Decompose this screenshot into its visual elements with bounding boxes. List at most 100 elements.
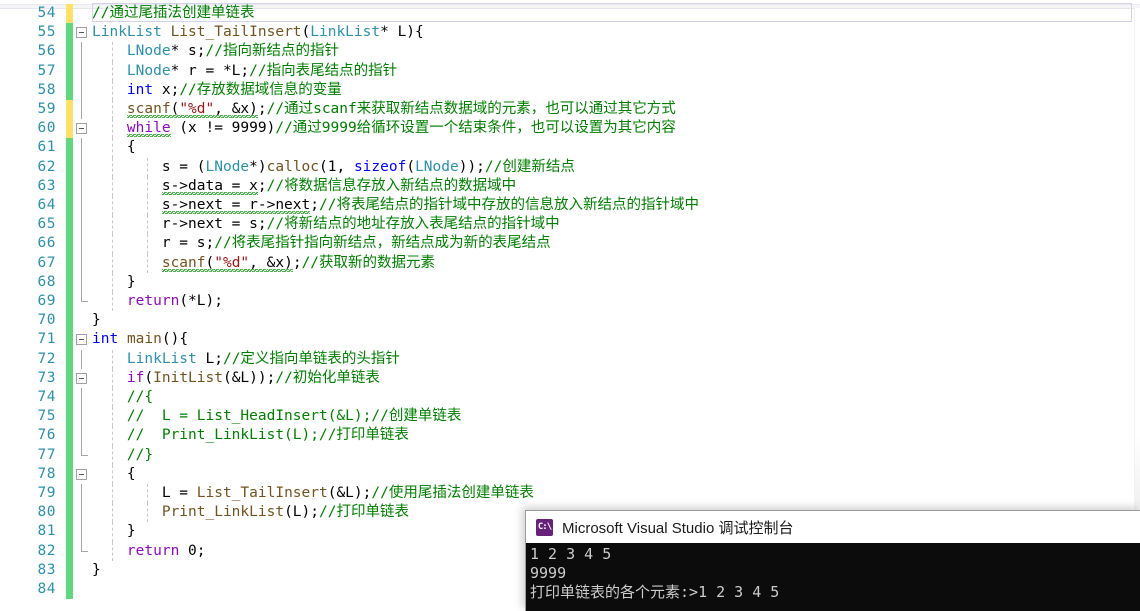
outlining-margin[interactable]	[74, 503, 92, 523]
code-text[interactable]: LinkList L;//定义指向单链表的头指针	[92, 350, 400, 369]
code-line[interactable]: 55 LinkList List_TailInsert(LinkList* L){	[0, 23, 1140, 43]
code-text[interactable]: //}	[92, 446, 153, 465]
code-text[interactable]: if(InitList(&L));//初始化单链表	[92, 369, 380, 388]
code-line[interactable]: 79 L = List_TailInsert(&L);//使用尾插法创建单链表	[0, 484, 1140, 504]
console-title-bar[interactable]: C:\ Microsoft Visual Studio 调试控制台	[526, 511, 1140, 543]
code-line[interactable]: 63 s->data = x;//将数据信息存放入新结点的数据域中	[0, 176, 1140, 196]
code-line[interactable]: 78 {	[0, 464, 1140, 484]
outlining-margin[interactable]	[74, 292, 92, 311]
outlining-margin[interactable]	[74, 522, 92, 542]
outlining-margin[interactable]	[74, 330, 92, 349]
outlining-margin[interactable]	[74, 234, 92, 254]
code-line[interactable]: 75 // L = List_HeadInsert(&L);//创建单链表	[0, 407, 1140, 427]
code-line[interactable]: 76 // Print_LinkList(L);//打印单链表	[0, 426, 1140, 446]
code-line[interactable]: 61 {	[0, 138, 1140, 158]
code-token: )	[284, 254, 293, 272]
outlining-margin[interactable]	[74, 23, 92, 42]
outlining-margin[interactable]	[74, 196, 92, 216]
collapse-minus-icon[interactable]	[76, 468, 87, 480]
code-text[interactable]: //{	[92, 388, 153, 407]
code-line[interactable]: 58 int x;//存放数据域信息的变量	[0, 80, 1140, 100]
code-text[interactable]: s = (LNode*)calloc(1, sizeof(LNode));//创…	[92, 158, 575, 177]
debug-console-window[interactable]: C:\ Microsoft Visual Studio 调试控制台 1 2 3 …	[525, 510, 1140, 611]
outlining-margin[interactable]	[74, 426, 92, 446]
code-text[interactable]: scanf("%d", &x);//获取新的数据元素	[92, 254, 435, 273]
outlining-margin[interactable]	[74, 176, 92, 196]
code-text[interactable]: while (x != 9999)//通过9999给循环设置一个结束条件，也可以…	[92, 119, 676, 138]
outlining-margin[interactable]	[74, 407, 92, 427]
outlining-margin[interactable]	[74, 580, 92, 599]
code-text[interactable]: // Print_LinkList(L);//打印单链表	[92, 426, 409, 445]
code-text[interactable]: return(*L);	[92, 292, 223, 311]
code-line[interactable]: 54 //通过尾插法创建单链表	[0, 3, 1140, 24]
code-line[interactable]: 69 return(*L);	[0, 292, 1140, 312]
change-indicator-bar	[66, 61, 73, 81]
outlining-margin[interactable]	[74, 311, 92, 330]
code-text[interactable]: LinkList List_TailInsert(LinkList* L){	[92, 23, 424, 42]
code-text[interactable]: }	[92, 561, 101, 580]
outlining-margin[interactable]	[74, 42, 92, 62]
code-line[interactable]: 56 LNode* s;//指向新结点的指针	[0, 42, 1140, 62]
outlining-margin[interactable]	[74, 388, 92, 408]
code-line[interactable]: 74 //{	[0, 388, 1140, 408]
code-line[interactable]: 77 //}	[0, 445, 1140, 465]
code-text[interactable]: L = List_TailInsert(&L);//使用尾插法创建单链表	[92, 484, 534, 503]
outlining-margin[interactable]	[74, 80, 92, 100]
code-text[interactable]: r = s;//将表尾指针指向新结点，新结点成为新的表尾结点	[92, 234, 551, 253]
code-line[interactable]: 60 while (x != 9999)//通过9999给循环设置一个结束条件，…	[0, 119, 1140, 139]
outlining-margin[interactable]	[74, 445, 92, 465]
code-token: LNode	[126, 62, 171, 79]
code-line[interactable]: 65 r->next = s;//将新结点的地址存放入表尾结点的指针域中	[0, 215, 1140, 235]
code-text[interactable]: r->next = s;//将新结点的地址存放入表尾结点的指针域中	[92, 215, 560, 234]
code-line[interactable]: 71 int main(){	[0, 330, 1140, 350]
code-text[interactable]: }	[92, 522, 136, 541]
code-line[interactable]: 62 s = (LNode*)calloc(1, sizeof(LNode));…	[0, 157, 1140, 177]
code-line[interactable]: 64 s->next = r->next;//将表尾结点的指针域中存放的信息放入…	[0, 196, 1140, 216]
code-text[interactable]: Print_LinkList(L);//打印单链表	[92, 503, 409, 522]
code-token: {	[92, 139, 136, 156]
code-text[interactable]: int x;//存放数据域信息的变量	[92, 81, 342, 100]
code-line[interactable]: 73 if(InitList(&L));//初始化单链表	[0, 368, 1140, 388]
outlining-margin[interactable]	[74, 100, 92, 120]
code-line[interactable]: 57 LNode* r = *L;//指向表尾结点的指针	[0, 61, 1140, 81]
outlining-margin[interactable]	[74, 215, 92, 235]
code-text[interactable]: // L = List_HeadInsert(&L);//创建单链表	[92, 407, 461, 426]
code-text[interactable]: LNode* s;//指向新结点的指针	[92, 42, 339, 61]
outlining-margin[interactable]	[74, 465, 92, 484]
outlining-margin[interactable]	[74, 4, 92, 23]
vertical-scrollbar[interactable]	[1134, 8, 1140, 510]
code-text[interactable]: s->next = r->next;//将表尾结点的指针域中存放的信息放入新结点…	[92, 196, 699, 215]
code-text[interactable]: return 0;	[92, 542, 206, 561]
code-line[interactable]: 72 LinkList L;//定义指向单链表的头指针	[0, 349, 1140, 369]
code-text[interactable]: //通过尾插法创建单链表	[92, 4, 254, 23]
code-text[interactable]: {	[92, 138, 136, 157]
collapse-minus-icon[interactable]	[76, 123, 87, 135]
code-text[interactable]: scanf("%d", &x);//通过scanf来获取新结点数据域的元素，也可…	[92, 100, 676, 119]
code-line[interactable]: 66 r = s;//将表尾指针指向新结点，新结点成为新的表尾结点	[0, 234, 1140, 254]
outlining-margin[interactable]	[74, 119, 92, 138]
change-indicator-bar	[66, 388, 73, 408]
outlining-margin[interactable]	[74, 349, 92, 369]
code-line[interactable]: 59 scanf("%d", &x);//通过scanf来获取新结点数据域的元素…	[0, 100, 1140, 120]
collapse-minus-icon[interactable]	[76, 372, 87, 384]
outlining-margin[interactable]	[74, 484, 92, 504]
outlining-margin[interactable]	[74, 157, 92, 177]
outlining-margin[interactable]	[74, 541, 92, 561]
collapse-minus-icon[interactable]	[76, 27, 87, 39]
outlining-margin[interactable]	[74, 272, 92, 292]
code-text[interactable]: {	[92, 465, 136, 484]
outlining-margin[interactable]	[74, 138, 92, 158]
code-line[interactable]: 67 scanf("%d", &x);//获取新的数据元素	[0, 253, 1140, 273]
code-text[interactable]: int main(){	[92, 330, 188, 349]
code-text[interactable]: }	[92, 273, 136, 292]
outlining-margin[interactable]	[74, 561, 92, 580]
collapse-minus-icon[interactable]	[76, 334, 87, 346]
code-text[interactable]: LNode* r = *L;//指向表尾结点的指针	[92, 62, 397, 81]
code-line[interactable]: 70}	[0, 311, 1140, 331]
code-line[interactable]: 68 }	[0, 272, 1140, 292]
outlining-margin[interactable]	[74, 61, 92, 81]
code-text[interactable]: s->data = x;//将数据信息存放入新结点的数据域中	[92, 177, 516, 196]
outlining-margin[interactable]	[74, 369, 92, 388]
outlining-margin[interactable]	[74, 253, 92, 273]
code-text[interactable]: }	[92, 311, 101, 330]
